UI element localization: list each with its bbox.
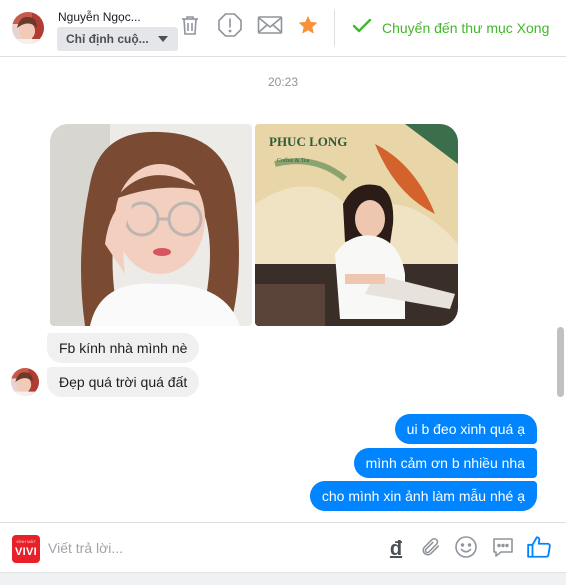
mark-spam-button[interactable] xyxy=(217,12,243,43)
saved-replies-icon xyxy=(491,535,515,564)
thread-scrollbar[interactable] xyxy=(555,60,564,520)
inbox-conversation-panel: Nguyễn Ngọc... Chỉ định cuộ... Chuyển đế… xyxy=(0,0,566,585)
star-icon xyxy=(297,14,319,41)
payment-button[interactable]: đ xyxy=(383,536,409,562)
trash-icon xyxy=(178,13,202,42)
attach-button[interactable] xyxy=(418,536,444,562)
caret-down-icon xyxy=(158,36,168,42)
move-to-done-label: Chuyển đến thư mục Xong xyxy=(382,20,550,36)
emoji-icon xyxy=(454,535,478,564)
incoming-message: Đẹp quá trời quá đất xyxy=(47,367,200,397)
like-icon xyxy=(526,534,552,565)
header-divider xyxy=(334,10,335,46)
move-to-done-button[interactable]: Chuyển đến thư mục Xong xyxy=(352,17,549,39)
assign-conversation-label: Chỉ định cuộ... xyxy=(66,32,149,46)
cafe-sign-subtext: Coffee & Tea xyxy=(277,157,310,164)
contact-name[interactable]: Nguyễn Ngọc... xyxy=(58,10,141,24)
shared-photo-cafe[interactable]: PHUC LONG Coffee & Tea xyxy=(255,124,458,326)
outgoing-message: ui b đeo xinh quá ạ xyxy=(394,414,537,444)
mail-icon xyxy=(257,15,283,40)
contact-avatar-small[interactable] xyxy=(11,368,39,396)
outgoing-message: cho mình xin ảnh làm mẫu nhé ạ xyxy=(309,481,537,511)
follow-up-star-button[interactable] xyxy=(295,14,321,40)
saved-replies-button[interactable] xyxy=(490,536,516,562)
page-logo: KÍNH MẮT VIVI xyxy=(12,535,40,563)
send-like-button[interactable] xyxy=(526,534,552,565)
contact-avatar[interactable] xyxy=(12,12,44,44)
spam-icon xyxy=(217,12,243,43)
assign-conversation-dropdown[interactable]: Chỉ định cuộ... xyxy=(57,27,178,51)
attachment-icon xyxy=(420,536,442,563)
emoji-button[interactable] xyxy=(453,535,479,564)
cafe-sign-text: PHUC LONG xyxy=(269,134,347,149)
reply-input[interactable] xyxy=(48,537,368,559)
currency-icon: đ xyxy=(389,537,403,560)
outgoing-message: mình cảm ơn b nhiều nha xyxy=(353,448,537,478)
reply-composer: KÍNH MẮT VIVI đ xyxy=(0,522,566,572)
shared-photo-glasses[interactable] xyxy=(50,124,252,326)
mark-unread-button[interactable] xyxy=(257,14,283,40)
scrollbar-thumb[interactable] xyxy=(557,327,564,397)
trash-button[interactable] xyxy=(177,14,203,40)
incoming-message: Fb kính nhà mình nè xyxy=(47,333,200,363)
bottom-bar xyxy=(0,572,566,585)
conversation-header: Nguyễn Ngọc... Chỉ định cuộ... Chuyển đế… xyxy=(0,0,566,57)
message-thread: 20:23 PHUC LONG Coffee & Tea Fb kính nhà… xyxy=(0,57,566,522)
checkmark-icon xyxy=(352,18,372,39)
page-logo-small-text: KÍNH MẮT xyxy=(16,539,36,544)
message-timestamp: 20:23 xyxy=(267,75,299,89)
page-logo-text: VIVI xyxy=(15,546,37,558)
